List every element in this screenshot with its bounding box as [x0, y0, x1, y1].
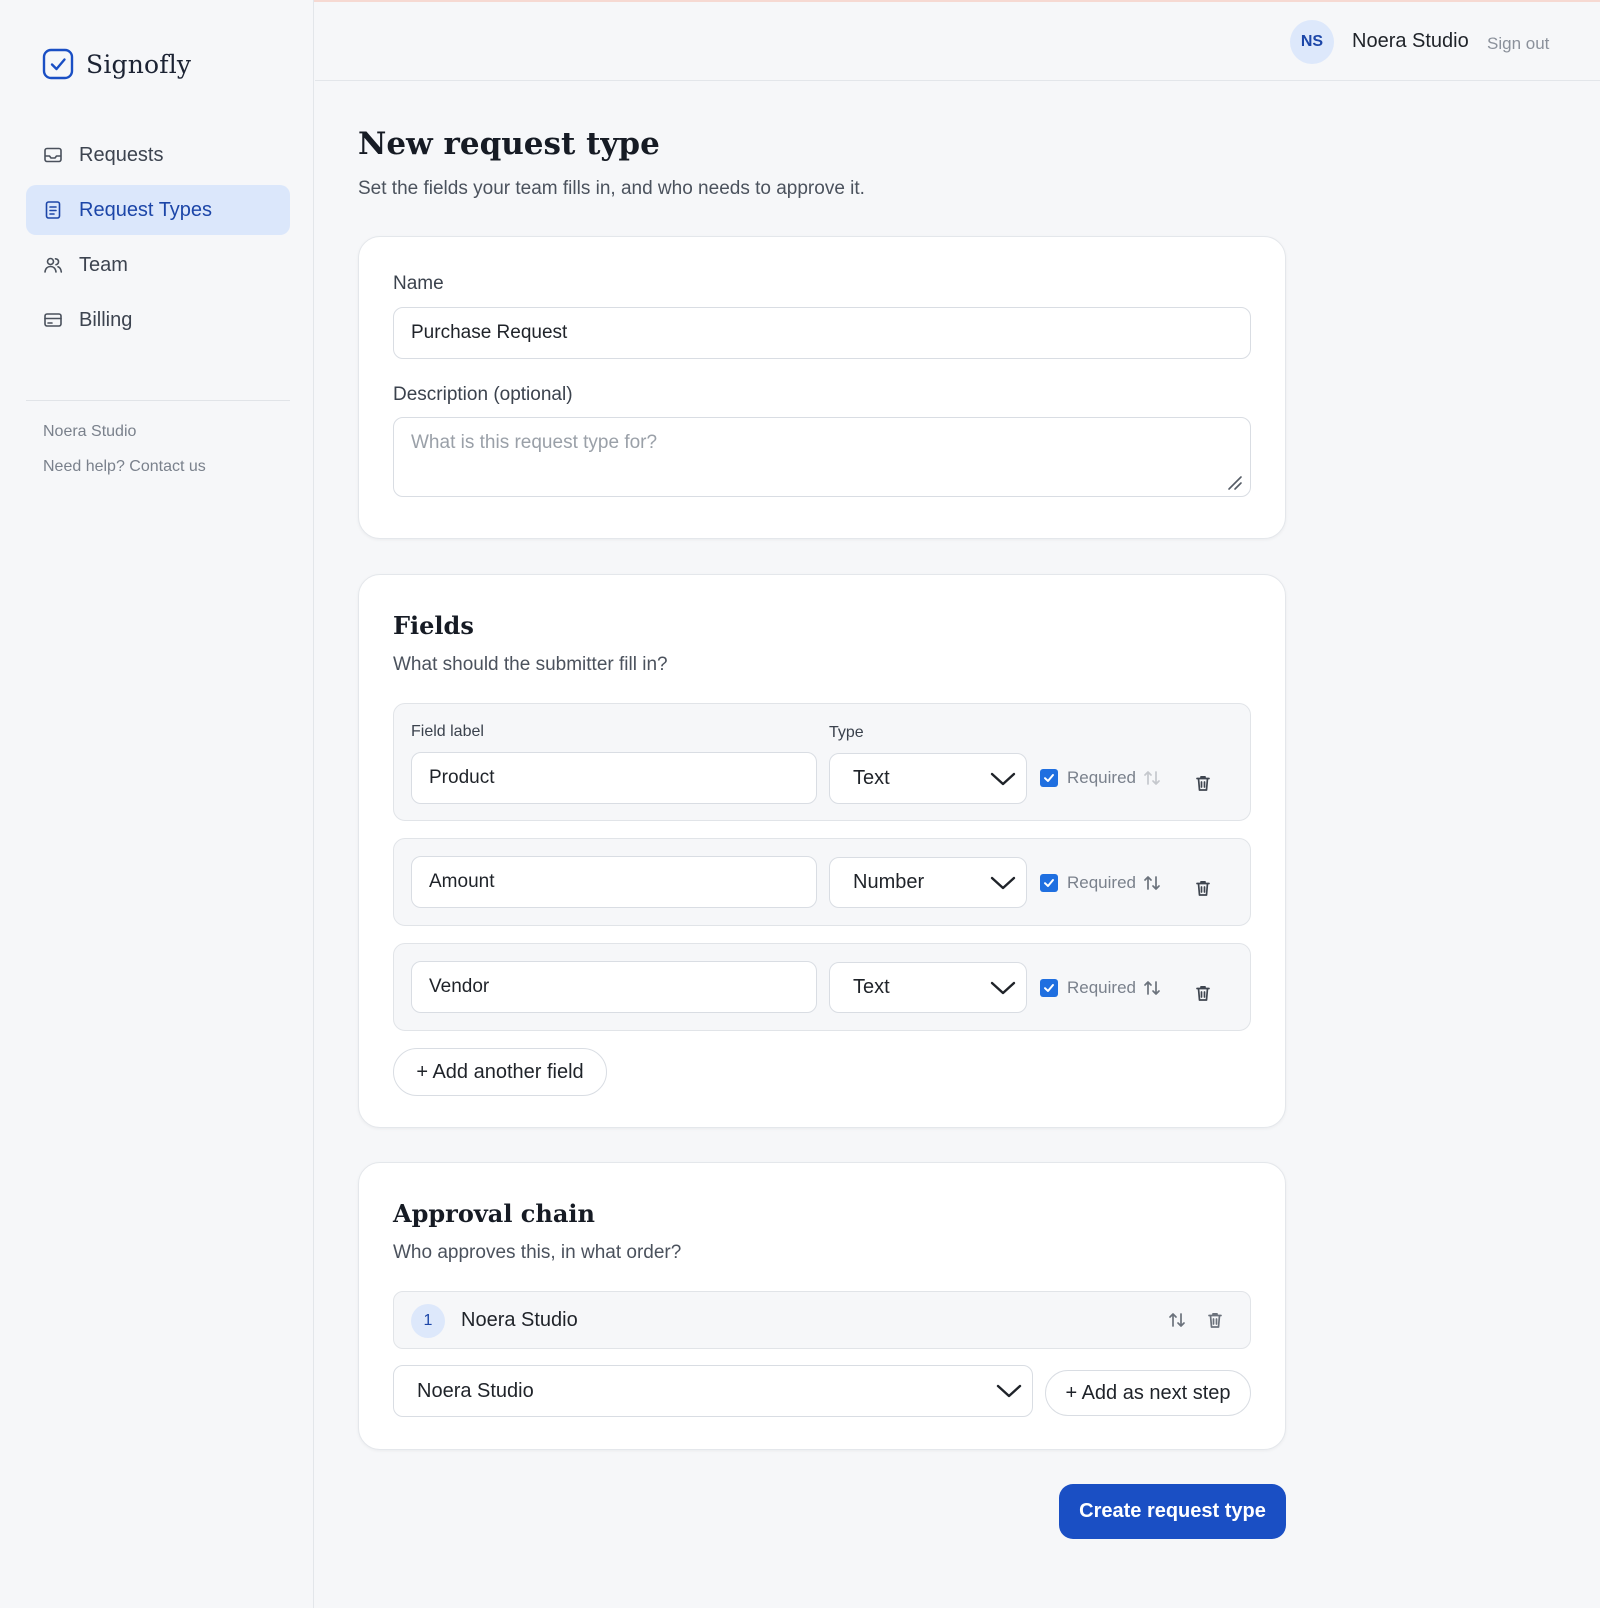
brand[interactable]: Signofly [42, 48, 191, 80]
create-request-type-button[interactable]: Create request type [1059, 1484, 1286, 1539]
required-label: Required [1067, 873, 1136, 892]
field-type-value: Text [853, 976, 890, 998]
reorder-arrows-icon[interactable] [1140, 766, 1164, 790]
step-number-badge: 1 [411, 1304, 445, 1338]
field-row: Text Required [393, 943, 1251, 1031]
field-type-value: Text [853, 767, 890, 789]
sidebar-item-label: Requests [79, 143, 164, 166]
reorder-arrows-icon[interactable] [1140, 871, 1164, 895]
users-icon [43, 255, 63, 275]
checkmark-icon [1040, 874, 1058, 892]
chevron-down-icon [996, 1384, 1022, 1398]
sidebar-item-request-types[interactable]: Request Types [26, 185, 290, 235]
topbar: NS Noera Studio Sign out [315, 2, 1600, 81]
required-label: Required [1067, 978, 1136, 997]
checkmark-icon [1040, 979, 1058, 997]
field-type-header: Type [829, 724, 864, 741]
check-badge-icon [42, 48, 74, 80]
field-type-select[interactable]: Text [829, 753, 1027, 804]
required-label: Required [1067, 768, 1136, 787]
field-type-value: Number [853, 871, 925, 893]
user-name: Noera Studio [1352, 30, 1469, 52]
sidebar-item-label: Request Types [79, 198, 213, 221]
trash-icon[interactable] [1203, 1308, 1227, 1332]
checkmark-icon [1040, 769, 1058, 787]
sidebar-item-team[interactable]: Team [26, 240, 290, 290]
name-label: Name [393, 273, 444, 294]
description-input[interactable] [393, 417, 1251, 497]
resize-grip-icon[interactable] [1225, 473, 1243, 491]
field-label-input[interactable] [411, 961, 817, 1013]
trash-icon[interactable] [1191, 981, 1215, 1005]
sidebar-divider [26, 400, 290, 401]
field-label-input[interactable] [411, 752, 817, 804]
approval-title: Approval chain [393, 1199, 595, 1228]
approval-subtitle: Who approves this, in what order? [393, 1242, 682, 1263]
sidebar-item-billing[interactable]: Billing [26, 295, 290, 345]
fields-subtitle: What should the submitter fill in? [393, 654, 668, 675]
description-label: Description (optional) [393, 384, 573, 405]
name-input[interactable] [393, 307, 1251, 359]
details-card: Name Description (optional) [358, 236, 1286, 539]
field-row: Field label Type Text Required [393, 703, 1251, 821]
field-row: Number Required [393, 838, 1251, 926]
sidebar-nav: Requests Request Types Team Billing [26, 130, 290, 350]
chevron-down-icon [990, 876, 1016, 889]
sidebar-item-label: Billing [79, 308, 133, 331]
approval-step: 1 Noera Studio [393, 1291, 1251, 1349]
fields-card: Fields What should the submitter fill in… [358, 574, 1286, 1128]
credit-card-icon [43, 310, 63, 330]
fields-title: Fields [393, 611, 474, 640]
sign-out-link[interactable]: Sign out [1487, 34, 1549, 54]
sidebar-item-requests[interactable]: Requests [26, 130, 290, 180]
add-field-button[interactable]: + Add another field [393, 1048, 607, 1096]
required-checkbox[interactable]: Required [1040, 873, 1136, 893]
approver-select[interactable]: Noera Studio [393, 1365, 1033, 1417]
description-wrapper [393, 417, 1251, 497]
sidebar-item-label: Team [79, 253, 128, 276]
field-type-select[interactable]: Text [829, 962, 1027, 1013]
add-next-step-button[interactable]: + Add as next step [1045, 1370, 1251, 1416]
sidebar: Signofly Requests Request Types Team Bil… [0, 0, 314, 1608]
inbox-icon [43, 145, 63, 165]
reorder-arrows-icon[interactable] [1140, 976, 1164, 1000]
sidebar-footer: Noera Studio Need help? Contact us [43, 423, 206, 493]
approval-card: Approval chain Who approves this, in wha… [358, 1162, 1286, 1450]
help-link[interactable]: Need help? Contact us [43, 458, 206, 476]
chevron-down-icon [990, 981, 1016, 994]
page-subtitle: Set the fields your team fills in, and w… [358, 178, 865, 199]
workspace-name: Noera Studio [43, 423, 137, 440]
reorder-arrows-icon[interactable] [1165, 1308, 1189, 1332]
page-title: New request type [358, 126, 660, 162]
field-label-input[interactable] [411, 856, 817, 908]
document-icon [43, 200, 63, 220]
approver-select-value: Noera Studio [417, 1379, 534, 1402]
avatar[interactable]: NS [1290, 20, 1334, 64]
trash-icon[interactable] [1191, 876, 1215, 900]
chevron-down-icon [990, 772, 1016, 785]
approver-name: Noera Studio [461, 1309, 578, 1331]
brand-name: Signofly [86, 49, 192, 79]
field-type-select[interactable]: Number [829, 857, 1027, 908]
required-checkbox[interactable]: Required [1040, 768, 1136, 788]
field-label-header: Field label [411, 723, 484, 740]
trash-icon[interactable] [1191, 771, 1215, 795]
required-checkbox[interactable]: Required [1040, 978, 1136, 998]
